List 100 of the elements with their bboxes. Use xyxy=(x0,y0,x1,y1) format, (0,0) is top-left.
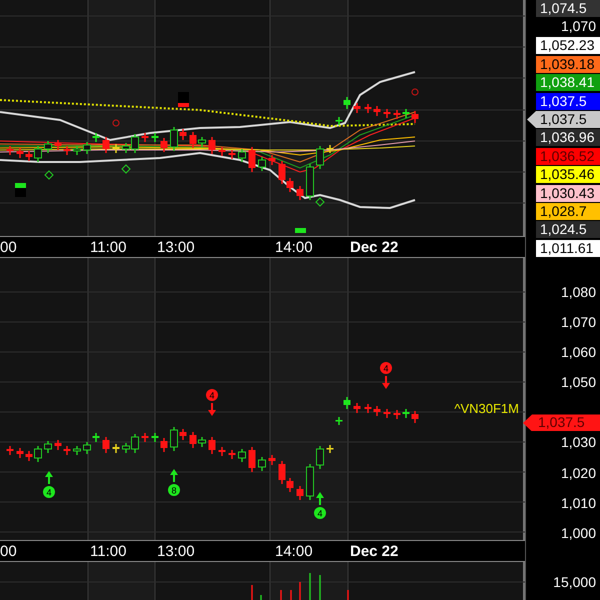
price-axis-label: 1,070 xyxy=(560,18,597,36)
candle xyxy=(344,97,350,109)
candle xyxy=(228,150,236,159)
bar-marker xyxy=(178,92,189,107)
time-axis-label: 11:00 xyxy=(90,239,126,256)
price-axis-label: 1,030.43 xyxy=(536,184,600,202)
candle xyxy=(44,441,52,453)
price-axis-label: 1,030 xyxy=(560,433,597,452)
time-axis-label: 14:00 xyxy=(275,239,313,256)
candle xyxy=(228,450,236,459)
candle xyxy=(64,146,70,155)
price-axis-label: 1,024.5 xyxy=(536,221,600,238)
price-axis-label: 1,000 xyxy=(560,524,597,543)
candle xyxy=(336,417,342,425)
price-axis-label: 1,039.18 xyxy=(536,56,600,73)
candle xyxy=(364,104,372,113)
candle xyxy=(34,446,42,462)
candle xyxy=(73,146,81,155)
candle xyxy=(218,447,226,456)
candle xyxy=(208,437,216,454)
candle xyxy=(26,451,32,461)
symbol-label: ^VN30F1M xyxy=(454,401,519,416)
last-price-tag: 1,037.5 xyxy=(523,414,600,432)
candle xyxy=(208,137,216,154)
price-axis-label: 1,060 xyxy=(560,343,597,362)
candle xyxy=(326,145,334,153)
candle xyxy=(102,437,110,453)
candle xyxy=(160,138,168,152)
candle xyxy=(83,442,91,454)
time-axis-label: 13:00 xyxy=(157,543,195,560)
candle xyxy=(268,455,276,465)
time-axis-label: 14:00 xyxy=(275,543,313,560)
candle xyxy=(354,403,360,413)
candle xyxy=(190,432,196,448)
candle xyxy=(54,440,62,450)
candle xyxy=(374,106,380,116)
time-axis-label: 13:00 xyxy=(157,239,195,256)
candle xyxy=(412,111,418,123)
diamond-marker xyxy=(44,170,54,180)
candle xyxy=(180,429,186,440)
candle xyxy=(44,141,52,153)
price-axis-label: 1,070 xyxy=(560,313,597,332)
candle xyxy=(316,446,324,469)
price-axis-label: 1,038.41 xyxy=(536,74,600,92)
candle xyxy=(170,427,178,451)
candle xyxy=(16,448,24,458)
candle xyxy=(198,437,206,447)
candle xyxy=(238,449,246,462)
candle xyxy=(316,146,324,169)
bar-marker xyxy=(15,183,26,197)
candle xyxy=(336,117,342,125)
candle xyxy=(180,129,186,140)
candle xyxy=(354,103,360,113)
price-axis-label: 1,011.61 xyxy=(536,240,600,257)
candle xyxy=(170,127,178,151)
circle-marker xyxy=(112,120,120,126)
candle xyxy=(412,411,418,423)
candle xyxy=(394,110,400,119)
price-axis-label: 1,036.96 xyxy=(536,129,600,146)
candle xyxy=(384,409,390,418)
candle xyxy=(6,146,14,155)
price-axis-label: 1,020 xyxy=(560,464,597,483)
candle xyxy=(296,186,304,200)
price-axis-label: 1,035.46 xyxy=(536,166,600,184)
candle xyxy=(402,409,410,418)
candle xyxy=(296,486,304,500)
candle xyxy=(16,148,24,158)
candle xyxy=(306,164,314,200)
candle xyxy=(394,410,400,419)
candle xyxy=(344,397,350,409)
price-axis-label: 1,037.5 xyxy=(536,92,600,110)
candle xyxy=(248,447,256,472)
candle xyxy=(92,133,100,142)
candle xyxy=(142,133,148,142)
candle xyxy=(326,445,334,453)
time-axis-label: 00 xyxy=(0,239,17,256)
diamond-marker xyxy=(315,197,325,207)
candle xyxy=(402,109,410,118)
candle xyxy=(238,149,246,162)
candle xyxy=(306,464,314,500)
candle xyxy=(112,144,120,153)
bar-marker xyxy=(295,228,306,233)
candle xyxy=(190,132,196,148)
candle xyxy=(54,140,62,150)
candle xyxy=(364,404,372,413)
candle xyxy=(64,446,70,455)
candle xyxy=(73,446,81,455)
candle xyxy=(142,433,148,442)
candle xyxy=(218,147,226,156)
price-axis-label: 1,074.5 xyxy=(536,0,600,17)
price-axis-label: 1,050 xyxy=(560,373,597,392)
last-price-pointer-label: 1,037.5 xyxy=(527,110,600,128)
candle xyxy=(26,151,32,161)
candle xyxy=(258,457,266,471)
candle xyxy=(83,142,91,154)
candle xyxy=(112,444,120,453)
candle xyxy=(152,133,158,142)
candle xyxy=(374,406,380,416)
time-axis-label: Dec 22 xyxy=(350,543,398,560)
candle xyxy=(102,137,110,153)
